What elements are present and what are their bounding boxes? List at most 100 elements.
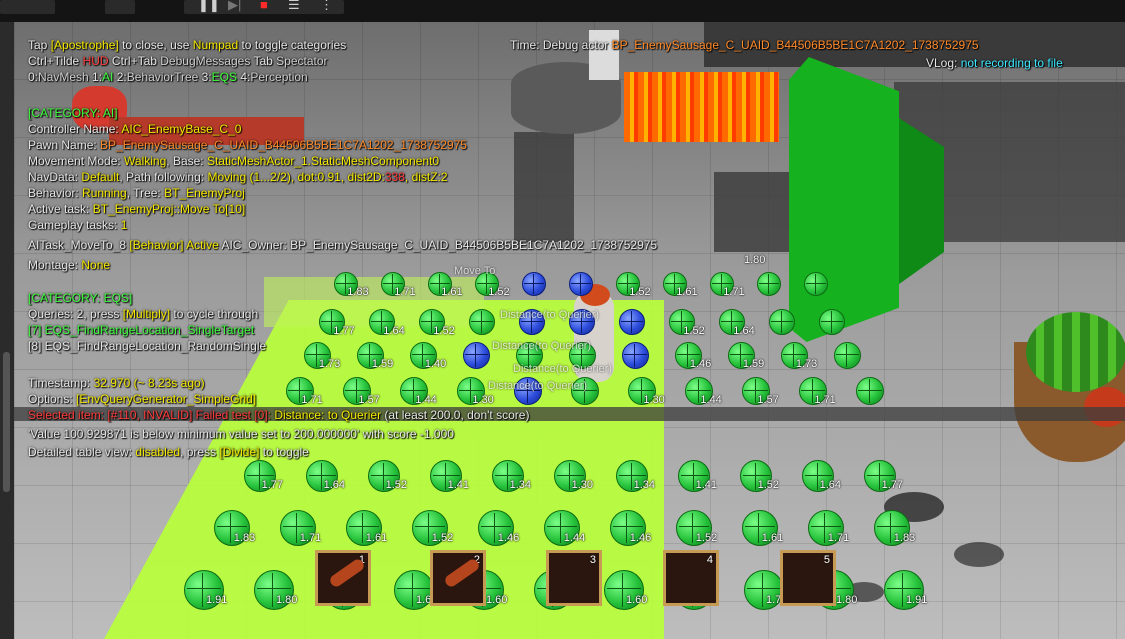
sphere-score: 1.80 <box>276 594 298 606</box>
sphere-score: 1.71 <box>723 286 745 299</box>
ai-active-task: Active task: BT_EnemyProj::Move To[10] <box>28 202 246 216</box>
step-icon[interactable]: ▶| <box>228 0 241 13</box>
sphere-score: 1.73 <box>795 358 818 371</box>
hud-debug-actor: Time: Debug actor BP_EnemySausage_C_UAID… <box>510 38 979 52</box>
eqs-sphere <box>463 342 490 369</box>
sphere-score: 1.77 <box>881 479 904 492</box>
ai-controller-name: Controller Name: AIC_EnemyBase_C_0 <box>28 122 242 136</box>
sphere-score: 1.73 <box>318 358 341 371</box>
eqs-sphere <box>619 309 645 335</box>
sphere-score: 1.71 <box>299 531 322 544</box>
pause-icon[interactable]: ❚❚ <box>198 0 220 13</box>
ai-task-moveto: AITask_MoveTo_8 [Behavior] Active AIC_Ow… <box>28 238 658 252</box>
sphere-score: 1.40 <box>424 358 447 371</box>
hud-help-line: Tap [Apostrophe] to close, use Numpad to… <box>28 38 347 52</box>
game-viewport[interactable]: ❚❚ ▶| ■ ☰ ⋮ 1.83 1.71 1.61 1.52 1.52 1.61 1.71… <box>0 0 1125 639</box>
sphere-score: 1.52 <box>385 479 408 492</box>
sphere-score: 1.61 <box>761 531 784 544</box>
slot-number: 3 <box>589 554 596 566</box>
hotbar-slot-5[interactable]: 5 <box>780 550 836 606</box>
sphere-score: 1.34 <box>633 479 656 492</box>
sphere-score: 1.64 <box>733 324 755 337</box>
sphere-score: 1.83 <box>893 531 916 544</box>
eqs-query-item[interactable]: [7] EQS_FindRangeLocation_SingleTarget <box>28 323 254 338</box>
sphere-score: 1.61 <box>365 531 388 544</box>
sausage-icon <box>327 557 367 589</box>
eqs-sphere <box>834 342 861 369</box>
sphere-score: 1.60 <box>626 594 648 606</box>
sphere-score: 1.30 <box>571 479 594 492</box>
sphere-score: 1.83 <box>233 531 256 544</box>
eqs-sphere <box>569 272 593 296</box>
eqs-sphere <box>856 377 884 405</box>
hotbar-slot-4[interactable]: 4 <box>663 550 719 606</box>
eqs-category-header: [CATEGORY: EQS] <box>28 291 133 305</box>
scorch-decal <box>954 542 1004 567</box>
sphere-score: 1.60 <box>486 594 508 606</box>
sphere-score: 1.71 <box>814 393 836 406</box>
eqs-timestamp: Timestamp: 32.970 (~ 8.23s ago) <box>28 376 205 390</box>
step-block <box>714 172 794 252</box>
stop-icon[interactable]: ■ <box>260 0 268 13</box>
sphere-score: 1.46 <box>497 531 520 544</box>
hotbar-slot-2[interactable]: 2 <box>430 550 486 606</box>
hotbar-slot-3[interactable]: 3 <box>546 550 602 606</box>
eqs-selected-item: Selected item: [#110, INVALID] Failed te… <box>28 408 530 422</box>
hud-category-toggles: 0:NavMesh 1:AI 2:BehaviorTree 3:EQS 4:Pe… <box>28 70 308 84</box>
sphere-score: 1.71 <box>827 531 850 544</box>
sphere-score: 1.41 <box>695 479 718 492</box>
ai-category-header: [CATEGORY: AI] <box>28 106 118 120</box>
eqs-queries: Queries: 2, press [Multiply] to cycle th… <box>28 307 259 321</box>
sphere-score: 1.41 <box>447 479 470 492</box>
more-icon[interactable]: ⋮ <box>320 0 333 13</box>
sphere-score: 1.64 <box>383 324 405 337</box>
distance-label: Distance(to Querier) <box>488 380 588 392</box>
sphere-score: 1.71 <box>394 286 416 299</box>
sphere-score: 1.83 <box>347 286 369 299</box>
sausage-icon <box>442 557 482 589</box>
sphere-score: 1.80 <box>744 254 766 266</box>
sphere-score: 1.44 <box>415 393 437 406</box>
eqs-detailed-view: Detailed table view: disabled, press [Di… <box>28 445 309 459</box>
camera-button[interactable] <box>105 0 135 14</box>
sphere-score: 1.77 <box>333 324 355 337</box>
sphere-score: 1.64 <box>819 479 842 492</box>
distance-label: Distance(to Querier) <box>500 309 600 321</box>
ai-movement-mode: Movement Mode: Walking, Base: StaticMesh… <box>28 154 440 168</box>
sphere-score: 1.44 <box>563 531 586 544</box>
eqs-sphere <box>622 342 649 369</box>
eqs-value-message: 'Value 100.929871 is below minimum value… <box>28 427 454 441</box>
sphere-score: 1.52 <box>695 531 718 544</box>
sphere-score: 1.59 <box>742 358 765 371</box>
fire-hazard <box>624 72 779 142</box>
distance-label: Distance(to Querier) <box>492 340 592 352</box>
eqs-sphere <box>819 309 845 335</box>
viewport-options-button[interactable] <box>0 0 55 14</box>
sphere-score: 1.46 <box>689 358 712 371</box>
ai-behavior: Behavior: Running, Tree: BT_EnemyProj <box>28 186 245 200</box>
ai-navdata: NavData: Default, Path following: Moving… <box>28 170 448 184</box>
sphere-score: 1.91 <box>906 594 928 606</box>
sphere-score: 1.64 <box>323 479 346 492</box>
sphere-score: 1.52 <box>683 324 705 337</box>
ai-montage: Montage: None <box>28 258 111 272</box>
sphere-score: 1.52 <box>488 286 510 299</box>
sphere-score: 1.52 <box>757 479 780 492</box>
sphere-score: 1.77 <box>261 479 284 492</box>
slot-number: 5 <box>823 554 830 566</box>
sphere-score: 1.61 <box>441 286 463 299</box>
eqs-sphere <box>469 309 495 335</box>
eqs-query-item[interactable]: [8] EQS_FindRangeLocation_RandomSingle <box>28 339 266 354</box>
scroll-handle[interactable] <box>3 352 10 492</box>
sphere-score: 1.52 <box>433 324 455 337</box>
ai-pawn-name: Pawn Name: BP_EnemySausage_C_UAID_B44506… <box>28 138 467 152</box>
eqs-sphere <box>804 272 828 296</box>
eqs-sphere <box>769 309 795 335</box>
sphere-score: 1.52 <box>431 531 454 544</box>
menu-icon[interactable]: ☰ <box>288 0 300 13</box>
hud-vlog-status: VLog: not recording to file <box>926 56 1063 70</box>
hotbar-slot-1[interactable]: 1 <box>315 550 371 606</box>
sphere-score: 1.91 <box>206 594 228 606</box>
left-panel-strip <box>0 22 14 639</box>
sphere-score: 1.34 <box>509 479 532 492</box>
